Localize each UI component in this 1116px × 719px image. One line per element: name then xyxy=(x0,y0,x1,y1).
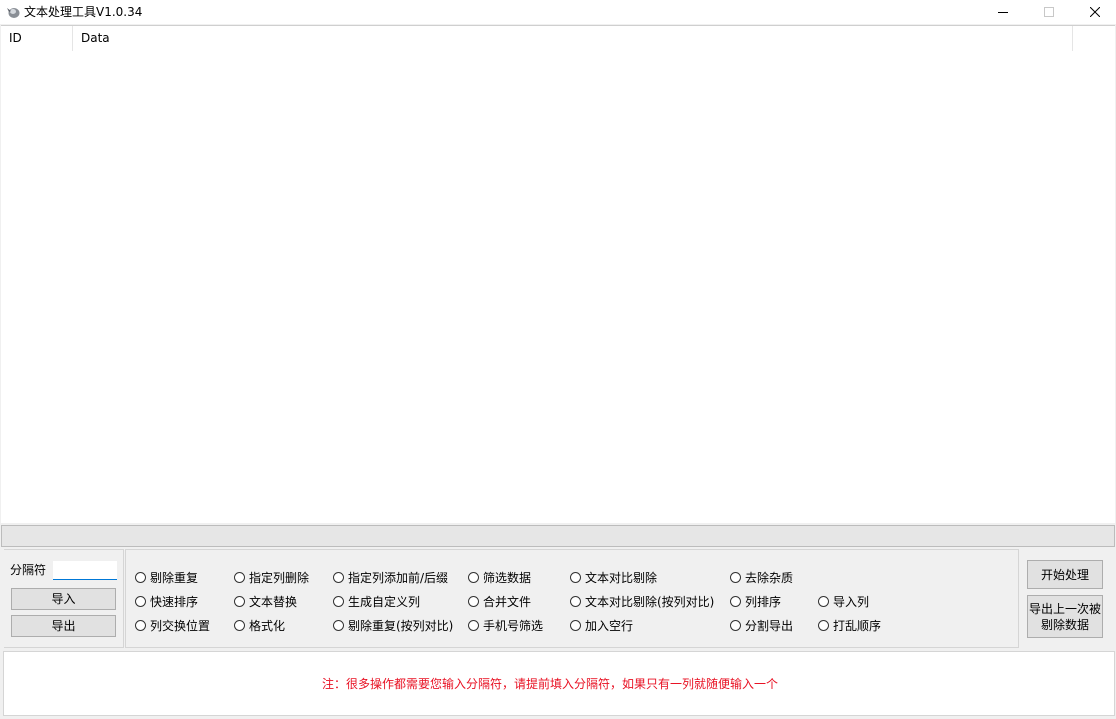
start-processing-button[interactable]: 开始处理 xyxy=(1027,560,1103,589)
radio-icon xyxy=(234,619,245,631)
option-filter-data[interactable]: 筛选数据 xyxy=(468,569,531,585)
option-label: 文本替换 xyxy=(249,594,298,609)
export-button[interactable]: 导出 xyxy=(11,615,116,637)
title-bar: 文本处理工具V1.0.34 xyxy=(0,0,1116,24)
close-icon xyxy=(1090,7,1100,17)
option-label: 打乱顺序 xyxy=(833,618,882,633)
maximize-button[interactable] xyxy=(1026,0,1072,24)
option-swap-columns[interactable]: 列交换位置 xyxy=(135,617,210,633)
progress-bar xyxy=(1,525,1115,547)
option-text-replace[interactable]: 文本替换 xyxy=(234,593,297,609)
option-label: 文本对比剔除(按列对比) xyxy=(585,594,715,609)
export-last-removed-button[interactable]: 导出上一次被剔除数据 xyxy=(1027,595,1103,638)
option-generate-custom-column[interactable]: 生成自定义列 xyxy=(333,593,420,609)
option-label: 剔除重复(按列对比) xyxy=(348,618,454,633)
option-phone-filter[interactable]: 手机号筛选 xyxy=(468,617,543,633)
option-label: 筛选数据 xyxy=(483,570,532,585)
data-listview[interactable]: ID Data xyxy=(1,25,1115,523)
option-format[interactable]: 格式化 xyxy=(234,617,285,633)
import-button[interactable]: 导入 xyxy=(11,588,116,610)
option-label: 加入空行 xyxy=(585,618,634,633)
option-label: 剔除重复 xyxy=(150,570,199,585)
option-label: 快速排序 xyxy=(150,594,199,609)
radio-icon xyxy=(730,571,741,583)
app-icon xyxy=(7,8,20,18)
option-add-blank-lines[interactable]: 加入空行 xyxy=(570,617,633,633)
option-label: 导入列 xyxy=(833,594,870,609)
minimize-icon xyxy=(998,12,1008,13)
option-label: 指定列删除 xyxy=(249,570,310,585)
radio-icon xyxy=(730,619,741,631)
option-split-export[interactable]: 分割导出 xyxy=(730,617,793,633)
radio-icon xyxy=(135,595,146,607)
separator-input[interactable] xyxy=(53,561,117,580)
separator-label: 分隔符 xyxy=(10,563,47,577)
option-add-prefix-suffix[interactable]: 指定列添加前/后缀 xyxy=(333,569,448,585)
maximize-icon xyxy=(1044,7,1054,17)
option-text-compare-remove[interactable]: 文本对比剔除 xyxy=(570,569,657,585)
option-import-column[interactable]: 导入列 xyxy=(818,593,869,609)
radio-icon xyxy=(234,571,245,583)
option-remove-duplicates-by-column[interactable]: 剔除重复(按列对比) xyxy=(333,617,453,633)
radio-icon xyxy=(818,619,829,631)
close-button[interactable] xyxy=(1072,0,1116,24)
option-label: 列排序 xyxy=(745,594,782,609)
option-column-sort[interactable]: 列排序 xyxy=(730,593,781,609)
radio-icon xyxy=(468,619,479,631)
radio-icon xyxy=(234,595,245,607)
radio-icon xyxy=(570,595,581,607)
radio-icon xyxy=(135,619,146,631)
column-header-data[interactable]: Data xyxy=(73,26,1073,51)
option-text-compare-remove-by-column[interactable]: 文本对比剔除(按列对比) xyxy=(570,593,714,609)
radio-icon xyxy=(135,571,146,583)
radio-icon xyxy=(818,595,829,607)
option-label: 列交换位置 xyxy=(150,618,211,633)
option-label: 分割导出 xyxy=(745,618,794,633)
option-remove-impurities[interactable]: 去除杂质 xyxy=(730,569,793,585)
option-delete-column[interactable]: 指定列删除 xyxy=(234,569,309,585)
option-label: 文本对比剔除 xyxy=(585,570,658,585)
option-label: 指定列添加前/后缀 xyxy=(348,570,449,585)
radio-icon xyxy=(570,619,581,631)
radio-icon xyxy=(570,571,581,583)
option-remove-duplicates[interactable]: 剔除重复 xyxy=(135,569,198,585)
notice-text: 注：很多操作都需要您输入分隔符，请提前填入分隔符，如果只有一列就随便输入一个 xyxy=(321,677,778,691)
radio-icon xyxy=(468,571,479,583)
option-merge-files[interactable]: 合并文件 xyxy=(468,593,531,609)
radio-icon xyxy=(730,595,741,607)
option-label: 手机号筛选 xyxy=(483,618,544,633)
option-label: 合并文件 xyxy=(483,594,532,609)
radio-icon xyxy=(468,595,479,607)
radio-icon xyxy=(333,571,344,583)
column-header-id[interactable]: ID xyxy=(1,26,73,51)
radio-icon xyxy=(333,595,344,607)
window-title: 文本处理工具V1.0.34 xyxy=(24,5,143,19)
option-shuffle-order[interactable]: 打乱顺序 xyxy=(818,617,881,633)
option-label: 去除杂质 xyxy=(745,570,794,585)
radio-icon xyxy=(333,619,344,631)
option-label: 格式化 xyxy=(249,618,286,633)
option-quick-sort[interactable]: 快速排序 xyxy=(135,593,198,609)
option-label: 生成自定义列 xyxy=(348,594,421,609)
minimize-button[interactable] xyxy=(980,0,1026,24)
